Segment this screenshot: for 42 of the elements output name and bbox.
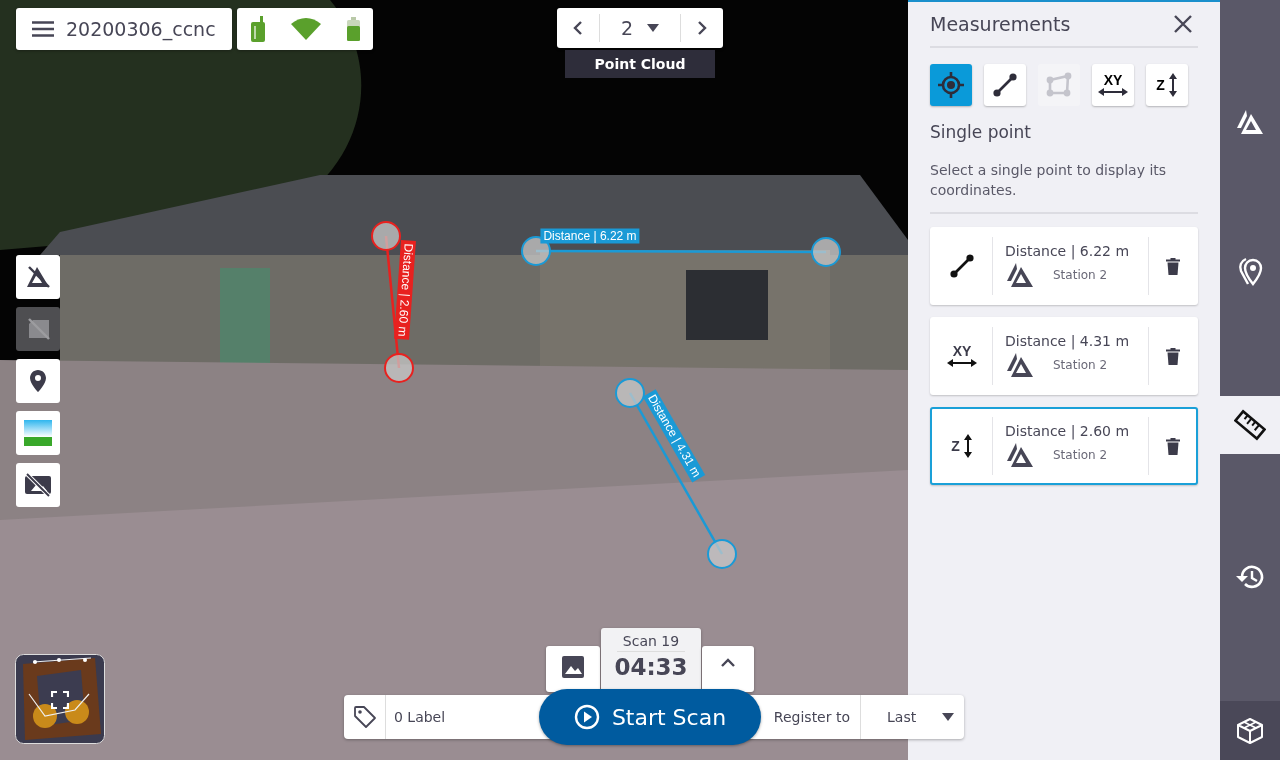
line-segment-icon [949,253,975,279]
z-glyph: Z [951,439,960,453]
measure-mode-button[interactable] [984,64,1026,106]
cube-icon [1235,716,1265,746]
trash-icon [1165,257,1180,275]
measure-mode-button[interactable]: XY [1092,64,1134,106]
z-glyph: Z [1156,78,1165,92]
horizontal-arrow-icon [947,357,977,368]
measurement-card[interactable]: Distance | 6.22 m Station 2 [930,227,1198,305]
trash-icon [1165,347,1180,365]
history-icon [1234,563,1266,591]
panel-title: Measurements [930,13,1071,35]
measurement-title: Distance | 2.60 m [1005,423,1131,439]
sidebar-tab[interactable] [1220,396,1280,454]
crosshair-icon [937,71,965,99]
polygon-icon [1045,72,1073,98]
caret-icon [942,713,954,721]
line-segment-icon [992,72,1018,98]
measurement-card[interactable]: XY Distance | 4.31 m Station 2 [930,317,1198,395]
close-icon [1174,15,1192,33]
station-name: Station 2 [1053,268,1108,282]
trash-icon [1165,437,1180,455]
triangle-icon [1235,108,1265,136]
vertical-arrow-icon [1167,73,1178,97]
horizontal-arrow-icon [1098,86,1128,97]
vertical-arrow-icon [962,434,973,458]
ruler-icon [1234,409,1266,441]
measurement-title: Distance | 4.31 m [1005,333,1131,349]
station-icon [1005,261,1035,289]
location-pin-icon [1236,256,1264,288]
measurement-title: Distance | 6.22 m [1005,243,1131,259]
station-icon [1005,441,1035,469]
sidebar-tab[interactable] [1220,701,1280,760]
measurement-card[interactable]: Z Distance | 2.60 m Station 2 [930,407,1198,485]
xy-glyph: XY [952,344,972,358]
xy-glyph: XY [1103,73,1123,87]
station-name: Station 2 [1053,358,1108,372]
mode-title: Single point [930,122,1033,142]
station-icon [1005,351,1035,379]
mode-description: Select a single point to display its coordinates. [930,160,1198,214]
station-name: Station 2 [1053,448,1108,462]
measure-mode-button[interactable]: Z [1146,64,1188,106]
